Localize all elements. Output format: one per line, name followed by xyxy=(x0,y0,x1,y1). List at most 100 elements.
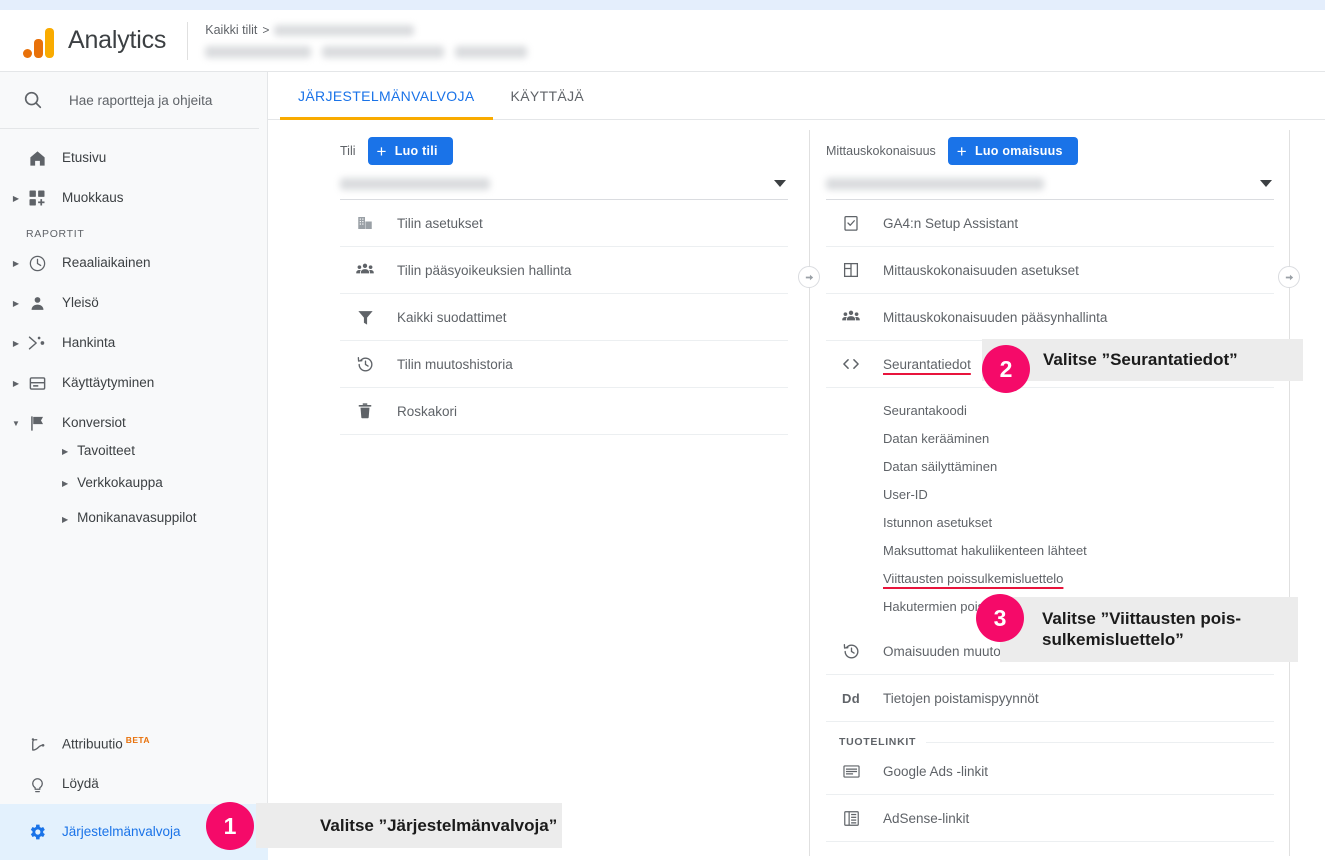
product-link-adsense[interactable]: AdSense-linkit xyxy=(826,795,1274,842)
expand-arrow-icon[interactable]: ▶ xyxy=(62,443,68,460)
account-row-muutoshistoria[interactable]: Tilin muutoshistoria xyxy=(340,341,788,388)
property-label: Mittauskokonaisuus xyxy=(826,144,936,158)
tracking-subitem-istunnon-asetukset[interactable]: Istunnon asetukset xyxy=(826,508,1274,536)
sidebar-item-reaaliaikainen[interactable]: ▶ Reaaliaikainen xyxy=(0,243,267,283)
tab-kayttaja[interactable]: KÄYTTÄJÄ xyxy=(493,72,603,120)
sidebar-subitem-verkkokauppa[interactable]: ▶ Verkkokauppa xyxy=(0,475,267,507)
product-link-google-ads[interactable]: Google Ads -linkit xyxy=(826,748,1274,795)
arrow-right-circle-icon[interactable] xyxy=(1278,266,1300,288)
sidebar-item-label: Käyttäytyminen xyxy=(62,374,155,390)
breadcrumb: Kaikki tilit > xyxy=(205,17,528,65)
expand-arrow-icon[interactable]: ▶ xyxy=(62,507,68,533)
account-row-paasyoikeuksien-hallinta[interactable]: Tilin pääsyoikeuksien hallinta xyxy=(340,247,788,294)
sidebar-item-muokkaus[interactable]: ▶ Muokkaus xyxy=(0,178,267,218)
attribution-icon xyxy=(24,733,50,755)
create-property-button[interactable]: + Luo omaisuus xyxy=(947,137,1078,165)
sidebar-item-label: Attribuutio xyxy=(62,736,123,752)
search-input[interactable]: Hae raportteja ja ohjeita xyxy=(0,72,259,129)
tracking-subitem-datan-keraaminen[interactable]: Datan kerääminen xyxy=(826,424,1274,452)
history-icon xyxy=(839,639,863,663)
property-selector-value-redacted xyxy=(826,177,1044,190)
main-content: JÄRJESTELMÄNVALVOJA KÄYTTÄJÄ Tili + Luo … xyxy=(268,72,1325,860)
sidebar-item-etusivu[interactable]: Etusivu xyxy=(0,138,267,178)
column-divider-left xyxy=(809,130,810,856)
arrow-right-circle-icon[interactable] xyxy=(798,266,820,288)
property-row-label: Tietojen poistamispyynnöt xyxy=(883,690,1039,706)
customization-icon xyxy=(24,187,50,209)
sidebar-subitem-label: Verkkokauppa xyxy=(77,475,163,490)
admin-columns: Tili + Luo tili Tilin asetukset Tilin pä… xyxy=(268,120,1325,860)
search-icon xyxy=(22,89,44,111)
sidebar-subitem-monikanavasuppilot[interactable]: ▶ Monikanavasuppilot xyxy=(0,507,267,551)
people-icon xyxy=(839,305,863,329)
sidebar-item-loyda[interactable]: Löydä xyxy=(0,764,268,804)
behavior-icon xyxy=(24,372,50,394)
layout-icon xyxy=(839,258,863,282)
tracking-subitem-viittausten-poissulkemisluettelo[interactable]: Viittausten poissulkemisluettelo xyxy=(826,564,1274,592)
expand-arrow-icon[interactable]: ▶ xyxy=(8,259,24,268)
sidebar: Hae raportteja ja ohjeita Etusivu ▶ Muok… xyxy=(0,72,268,860)
acquisition-icon xyxy=(24,332,50,354)
breadcrumb-account-redacted xyxy=(274,24,415,36)
admin-tabs: JÄRJESTELMÄNVALVOJA KÄYTTÄJÄ xyxy=(268,72,1325,120)
property-selector[interactable] xyxy=(826,168,1274,200)
tracking-subitem-maksuttomat-hakuliikenteen-lahteet[interactable]: Maksuttomat hakuliikenteen lähteet xyxy=(826,536,1274,564)
sidebar-item-label: Konversiot xyxy=(62,414,126,430)
tab-jarjestelmanvalvoja[interactable]: JÄRJESTELMÄNVALVOJA xyxy=(280,72,493,120)
tracking-subitem-label: User-ID xyxy=(883,486,928,502)
create-account-label: Luo tili xyxy=(394,144,438,158)
property-row-paasynhallinta[interactable]: Mittauskokonaisuuden pääsynhallinta xyxy=(826,294,1274,341)
property-row-label: Seurantatiedot xyxy=(883,356,971,372)
code-icon xyxy=(839,352,863,376)
expand-arrow-icon[interactable]: ▶ xyxy=(8,339,24,348)
sidebar-subitem-tavoitteet[interactable]: ▶ Tavoitteet xyxy=(0,443,267,475)
expand-arrow-icon[interactable]: ▶ xyxy=(8,194,24,203)
callout-1: Valitse ”Järjestelmänvalvoja” xyxy=(256,803,562,848)
account-row-tilin-asetukset[interactable]: Tilin asetukset xyxy=(340,200,788,247)
property-row-tietojen-poistamispyynnot[interactable]: Dd Tietojen poistamispyynnöt xyxy=(826,675,1274,722)
breadcrumb-all-accounts[interactable]: Kaikki tilit xyxy=(205,23,257,37)
account-row-label: Tilin asetukset xyxy=(397,215,483,231)
expand-arrow-icon[interactable]: ▶ xyxy=(8,379,24,388)
checklist-icon xyxy=(839,211,863,235)
tracking-subitem-user-id[interactable]: User-ID xyxy=(826,480,1274,508)
account-column-header: Tili + Luo tili xyxy=(340,120,788,168)
expand-arrow-icon[interactable]: ▶ xyxy=(8,299,24,308)
person-icon xyxy=(24,292,50,314)
property-row-ga4-setup-assistant[interactable]: GA4:n Setup Assistant xyxy=(826,200,1274,247)
tracking-subitem-label: Datan kerääminen xyxy=(883,430,990,446)
sidebar-item-yleiso[interactable]: ▶ Yleisö xyxy=(0,283,267,323)
analytics-admin-screen: Analytics Kaikki tilit > Hae raportteja xyxy=(0,0,1325,860)
property-row-label: Mittauskokonaisuuden asetukset xyxy=(883,262,1079,278)
collapse-arrow-icon[interactable]: ▼ xyxy=(8,419,24,428)
gear-icon xyxy=(24,821,50,843)
top-accent-strip xyxy=(0,0,1325,10)
sidebar-item-attribuutio[interactable]: Attribuutio BETA xyxy=(0,724,268,764)
building-icon xyxy=(353,211,377,235)
sidebar-item-hankinta[interactable]: ▶ Hankinta xyxy=(0,323,267,363)
tracking-subitem-seurantakoodi[interactable]: Seurantakoodi xyxy=(826,396,1274,424)
expand-arrow-icon[interactable]: ▶ xyxy=(62,475,68,492)
sidebar-item-kayttaytyminen[interactable]: ▶ Käyttäytyminen xyxy=(0,363,267,403)
account-row-roskakori[interactable]: Roskakori xyxy=(340,388,788,435)
property-row-asetukset[interactable]: Mittauskokonaisuuden asetukset xyxy=(826,247,1274,294)
callout-2-badge: 2 xyxy=(982,345,1030,393)
app-header: Analytics Kaikki tilit > xyxy=(0,10,1325,72)
sidebar-subitem-label: Monikanavasuppilot xyxy=(77,510,197,525)
callout-3: Valitse ”Viittausten pois- sulkemisluett… xyxy=(1000,597,1298,662)
sidebar-item-konversiot[interactable]: ▼ Konversiot xyxy=(0,403,267,443)
create-account-button[interactable]: + Luo tili xyxy=(367,137,453,165)
callout-1-text: Valitse ”Järjestelmänvalvoja” xyxy=(320,815,558,835)
property-column: Mittauskokonaisuus + Luo omaisuus GA4:n … xyxy=(826,120,1274,842)
tracking-subitem-datan-sailyttaminen[interactable]: Datan säilyttäminen xyxy=(826,452,1274,480)
callout-3-text: Valitse ”Viittausten pois- sulkemisluett… xyxy=(1042,609,1242,650)
dd-icon: Dd xyxy=(842,690,860,706)
divider xyxy=(926,741,1274,743)
sidebar-item-label: Etusivu xyxy=(62,149,107,165)
account-row-label: Tilin muutoshistoria xyxy=(397,356,513,372)
account-selector[interactable] xyxy=(340,168,788,200)
account-row-label: Kaikki suodattimet xyxy=(397,309,507,325)
tracking-subitems: Seurantakoodi Datan kerääminen Datan säi… xyxy=(826,388,1274,620)
home-icon xyxy=(24,147,50,169)
account-row-kaikki-suodattimet[interactable]: Kaikki suodattimet xyxy=(340,294,788,341)
